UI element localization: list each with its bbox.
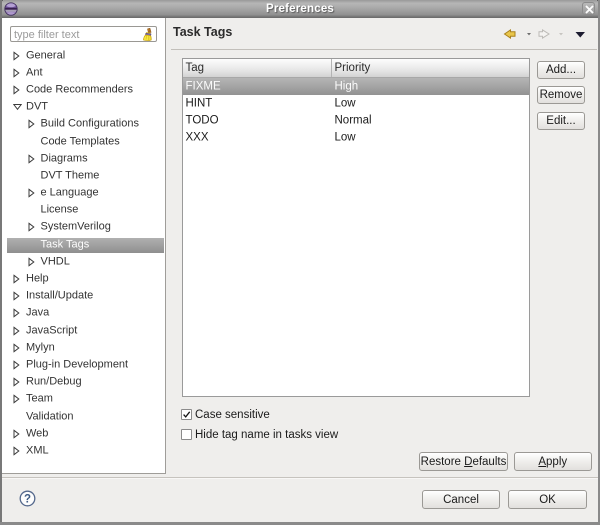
svg-text:?: ? <box>24 493 31 505</box>
